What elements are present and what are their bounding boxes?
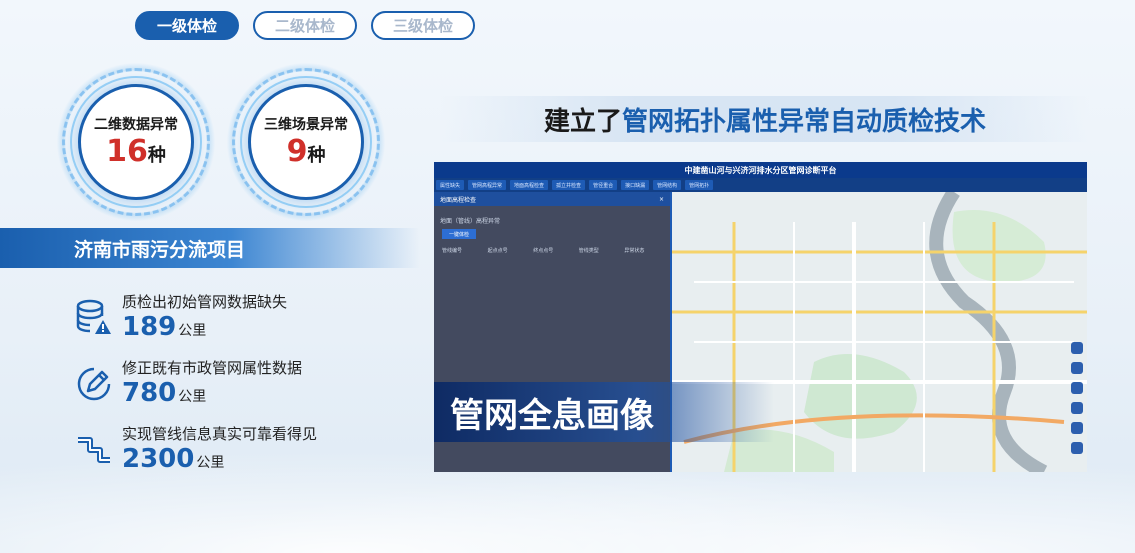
stat-unit: 公里 [196,455,225,471]
ring-core: 二维数据异常 16种 [78,84,194,200]
map-control-button[interactable] [1071,382,1083,394]
ring-core: 三维场景异常 9种 [248,84,364,200]
ring-value: 9 [286,134,308,169]
column-header: 终点点号 [533,248,554,254]
stat-value: 189 [122,312,177,342]
stat-missing-data: 质检出初始管网数据缺失 189 公里 [74,292,287,342]
nav-item[interactable]: 管径重合 [589,180,618,190]
nav-item[interactable]: 属性缺失 [436,180,465,190]
stat-unit: 公里 [178,389,207,405]
nav-item[interactable]: 管网结构 [653,180,682,190]
edit-pen-icon [77,367,111,401]
one-click-check-button[interactable]: 一键体检 [442,229,476,239]
hologram-overlay-title: 管网全息画像 [434,382,774,442]
project-title: 济南市雨污分流项目 [74,238,246,261]
panel-title: 地面高程检查 [440,196,477,204]
stat-value: 2300 [122,444,195,474]
tab-level-2[interactable]: 二级体检 [253,11,357,40]
platform-nav: 属性缺失 管网高程异常 地面高程检查 孤立井检查 管径重合 接口缺漏 管网结构 … [434,178,1087,192]
project-banner: 济南市雨污分流项目 [0,228,420,268]
nav-item[interactable]: 孤立井检查 [552,180,586,190]
database-warning-icon [76,299,111,334]
nav-item[interactable]: 管网高程异常 [468,180,507,190]
ring-2d-anomaly: 二维数据异常 16种 [56,62,216,222]
map-control-button[interactable] [1071,362,1083,374]
column-header: 异常状态 [624,248,645,254]
panel-header: 地面高程检查 × [434,192,670,206]
platform-screenshot: 中建凿山河与兴济河排水分区管网诊断平台 属性缺失 管网高程异常 地面高程检查 孤… [434,162,1087,472]
stat-description: 修正既有市政管网属性数据 [122,359,303,377]
ring-label: 二维数据异常 [94,117,178,133]
column-header: 起点点号 [487,248,508,254]
ring-value: 16 [106,134,148,169]
map-control-button[interactable] [1071,442,1083,454]
nav-item[interactable]: 地面高程检查 [510,180,549,190]
headline-prefix: 建立了 [543,106,622,137]
tab-level-1[interactable]: 一级体检 [135,11,239,40]
nav-item[interactable]: 管网拓扑 [685,180,714,190]
column-header: 管线编号 [442,248,463,254]
panel-table-header: 管线编号 起点点号 终点点号 管线类型 异常状态 [434,247,670,254]
check-level-tabs: 一级体检 二级体检 三级体检 [135,11,475,40]
ring-3d-anomaly: 三维场景异常 9种 [226,62,386,222]
nav-item[interactable]: 接口缺漏 [621,180,650,190]
stat-description: 质检出初始管网数据缺失 [122,293,288,311]
ring-unit: 种 [147,145,166,166]
stat-pipeline-visible: 实现管线信息真实可靠看得见 2300 公里 [74,424,317,474]
ring-unit: 种 [307,145,326,166]
map-control-button[interactable] [1071,402,1083,414]
stat-corrected-attributes: 修正既有市政管网属性数据 780 公里 [74,358,302,408]
platform-title: 中建凿山河与兴济河排水分区管网诊断平台 [434,162,1087,178]
headline-highlight: 管网拓扑属性异常自动质检技术 [622,106,987,137]
column-header: 管线类型 [578,248,599,254]
stat-value: 780 [122,378,177,408]
stat-description: 实现管线信息真实可靠看得见 [122,425,318,443]
close-icon[interactable]: × [659,196,664,203]
panel-subtitle: 地面（管线）高程异常 [440,218,501,225]
map-control-button[interactable] [1071,422,1083,434]
map-control-button[interactable] [1071,342,1083,354]
pipe-icon [78,437,110,463]
ring-label: 三维场景异常 [264,117,348,133]
stat-unit: 公里 [178,323,207,339]
headline: 建立了 管网拓扑属性异常自动质检技术 [440,96,1090,142]
tab-level-3[interactable]: 三级体检 [371,11,475,40]
